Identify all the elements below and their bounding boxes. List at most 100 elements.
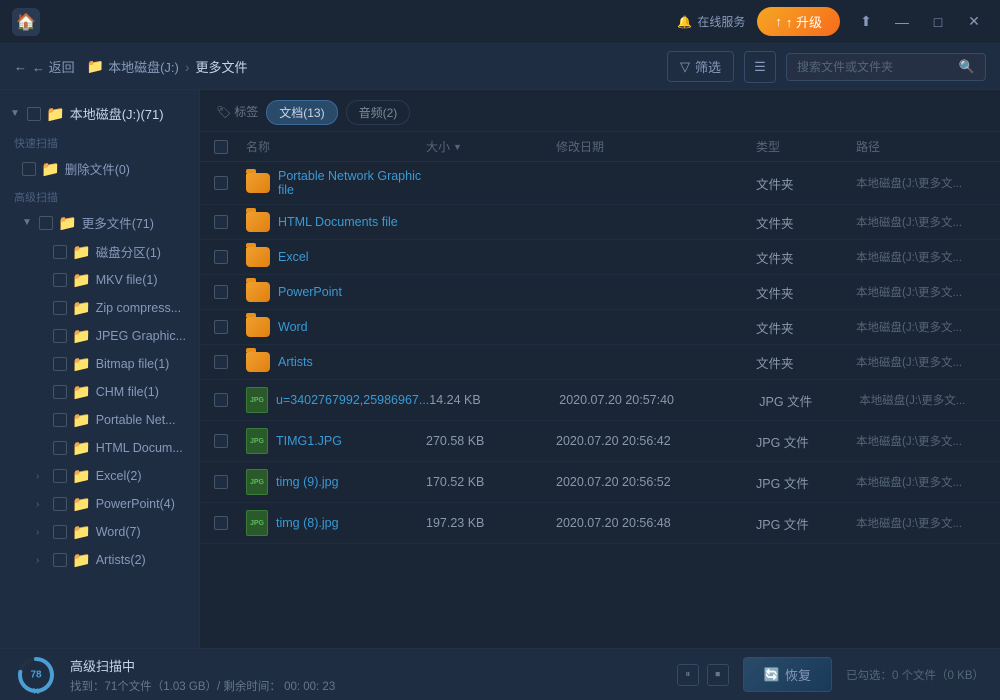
tabs-bar: 🏷 标签 文档(13) 音频(2): [200, 90, 1000, 132]
table-row[interactable]: JPG u=3402767992,25986967... 14.24 KB 20…: [200, 380, 1000, 421]
row-date: 2020.07.20 20:56:52: [556, 475, 756, 489]
row-checkbox[interactable]: [214, 285, 246, 299]
sidebar-item[interactable]: › 📁 Excel(2): [0, 462, 199, 490]
sidebar-item[interactable]: › 📁 Artists(2): [0, 546, 199, 574]
status-detail: 找到：71个文件（1.03 GB）/ 剩余时间： 00: 00: 23: [70, 678, 663, 694]
header-checkbox-col[interactable]: [214, 138, 246, 155]
table-row[interactable]: Portable Network Graphic file 文件夹 本地磁盘(J…: [200, 162, 1000, 205]
table-row[interactable]: JPG timg (9).jpg 170.52 KB 2020.07.20 20…: [200, 462, 1000, 503]
row-checkbox[interactable]: [214, 176, 246, 190]
deleted-folder-icon: 📁: [41, 160, 60, 178]
restore-button[interactable]: 🔄 恢复: [743, 657, 832, 692]
sidebar-item[interactable]: 📁 CHM file(1): [0, 378, 199, 406]
item-folder-icon: 📁: [72, 243, 91, 261]
row-checkbox[interactable]: [214, 475, 246, 489]
row-size: 14.24 KB: [429, 393, 559, 407]
item-checkbox[interactable]: [53, 273, 67, 287]
chevron-down-icon: ▼: [10, 108, 22, 119]
row-name-text: HTML Documents file: [278, 215, 398, 229]
breadcrumb-disk[interactable]: 📁 本地磁盘(J:): [87, 57, 179, 76]
sidebar-item[interactable]: 📁 JPEG Graphic...: [0, 322, 199, 350]
sidebar-item[interactable]: › 📁 PowerPoint(4): [0, 490, 199, 518]
item-checkbox[interactable]: [53, 441, 67, 455]
table-row[interactable]: Word 文件夹 本地磁盘(J:\更多文...: [200, 310, 1000, 345]
row-checkbox[interactable]: [214, 355, 246, 369]
sidebar-more-files[interactable]: ▼ 📁 更多文件(71): [0, 208, 199, 237]
maximize-button[interactable]: □: [924, 8, 952, 36]
window-controls: ⬆ — □ ✕: [852, 8, 988, 36]
sidebar-deleted-files[interactable]: 📁 删除文件(0): [0, 154, 199, 183]
table-row[interactable]: JPG TIMG1.JPG 270.58 KB 2020.07.20 20:56…: [200, 421, 1000, 462]
online-service[interactable]: 🔔 在线服务: [677, 13, 745, 30]
pause-button[interactable]: ⏸: [677, 664, 699, 686]
item-folder-icon: 📁: [72, 411, 91, 429]
nav-bar: ← ← 返回 📁 本地磁盘(J:) › 更多文件 ▽ 筛选 ☰ 🔍: [0, 44, 1000, 90]
item-checkbox[interactable]: [53, 469, 67, 483]
header-name[interactable]: 名称: [246, 138, 426, 155]
item-checkbox[interactable]: [53, 245, 67, 259]
item-checkbox[interactable]: [53, 497, 67, 511]
item-checkbox[interactable]: [53, 525, 67, 539]
row-name-text: u=3402767992,25986967...: [276, 393, 429, 407]
sidebar-item[interactable]: 📁 MKV file(1): [0, 266, 199, 294]
row-path: 本地磁盘(J:\更多文...: [856, 214, 986, 230]
item-checkbox[interactable]: [53, 385, 67, 399]
table-row[interactable]: HTML Documents file 文件夹 本地磁盘(J:\更多文...: [200, 205, 1000, 240]
sidebar-item[interactable]: 📁 HTML Docum...: [0, 434, 199, 462]
stop-button[interactable]: ⏹: [707, 664, 729, 686]
item-checkbox[interactable]: [53, 357, 67, 371]
table-row[interactable]: Artists 文件夹 本地磁盘(J:\更多文...: [200, 345, 1000, 380]
tab-audio[interactable]: 音频(2): [346, 100, 411, 125]
upgrade-button[interactable]: ↑ ↑ 升级: [757, 7, 840, 36]
more-files-checkbox[interactable]: [39, 216, 53, 230]
sidebar-item[interactable]: 📁 Zip compress...: [0, 294, 199, 322]
table-row[interactable]: Excel 文件夹 本地磁盘(J:\更多文...: [200, 240, 1000, 275]
share-button[interactable]: ⬆: [852, 8, 880, 36]
header-checkbox[interactable]: [214, 140, 228, 154]
row-checkbox[interactable]: [214, 434, 246, 448]
row-checkbox[interactable]: [214, 215, 246, 229]
main-layout: ▼ 📁 本地磁盘(J:)(71) 快速扫描 📁 删除文件(0) 高级扫描 ▼ 📁…: [0, 90, 1000, 648]
row-checkbox[interactable]: [214, 516, 246, 530]
list-view-button[interactable]: ☰: [744, 51, 776, 83]
item-checkbox[interactable]: [53, 329, 67, 343]
item-checkbox[interactable]: [53, 413, 67, 427]
search-box[interactable]: 🔍: [786, 53, 986, 81]
row-name-text: timg (9).jpg: [276, 475, 339, 489]
header-path-label: 路径: [856, 138, 880, 155]
sidebar-root-item[interactable]: ▼ 📁 本地磁盘(J:)(71): [0, 98, 199, 129]
row-checkbox[interactable]: [214, 393, 246, 407]
header-path[interactable]: 路径: [856, 138, 986, 155]
sidebar-item[interactable]: 📁 磁盘分区(1): [0, 237, 199, 266]
item-checkbox[interactable]: [53, 553, 67, 567]
jpg-icon: JPG: [246, 428, 268, 454]
filter-button[interactable]: ▽ 筛选: [667, 51, 734, 82]
back-button[interactable]: ← ← 返回: [14, 57, 75, 76]
search-input[interactable]: [797, 60, 953, 74]
close-button[interactable]: ✕: [960, 8, 988, 36]
tab-documents[interactable]: 文档(13): [266, 100, 337, 125]
minimize-button[interactable]: —: [888, 8, 916, 36]
table-row[interactable]: PowerPoint 文件夹 本地磁盘(J:\更多文...: [200, 275, 1000, 310]
row-type: JPG 文件: [759, 391, 859, 410]
sidebar-item[interactable]: 📁 Bitmap file(1): [0, 350, 199, 378]
header-type[interactable]: 类型: [756, 138, 856, 155]
back-arrow-icon: ←: [14, 59, 27, 74]
status-controls: ⏸ ⏹: [677, 664, 729, 686]
item-checkbox[interactable]: [53, 301, 67, 315]
item-folder-icon: 📁: [72, 523, 91, 541]
row-checkbox[interactable]: [214, 320, 246, 334]
header-date[interactable]: 修改日期: [556, 138, 756, 155]
sidebar-item[interactable]: › 📁 Word(7): [0, 518, 199, 546]
deleted-checkbox[interactable]: [22, 162, 36, 176]
item-folder-icon: 📁: [72, 383, 91, 401]
progress-text: 78: [30, 669, 41, 680]
root-checkbox[interactable]: [27, 107, 41, 121]
more-files-folder-icon: 📁: [58, 214, 77, 232]
breadcrumb-more-files[interactable]: 更多文件: [196, 57, 248, 76]
header-size[interactable]: 大小 ▼: [426, 138, 556, 155]
sidebar-item[interactable]: 📁 Portable Net...: [0, 406, 199, 434]
table-row[interactable]: JPG timg (8).jpg 197.23 KB 2020.07.20 20…: [200, 503, 1000, 544]
row-checkbox[interactable]: [214, 250, 246, 264]
restore-icon: 🔄: [764, 667, 780, 683]
